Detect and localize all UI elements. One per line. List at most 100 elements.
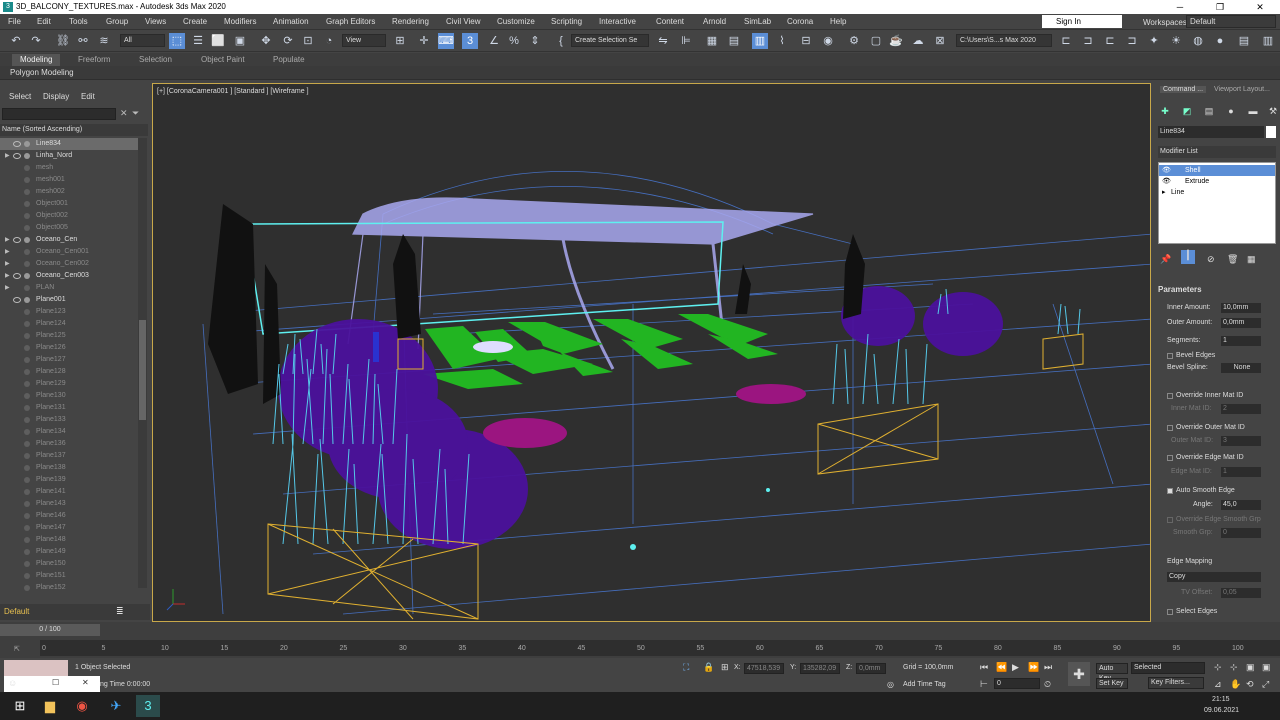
- key-filters-button[interactable]: Key Filters...: [1148, 677, 1204, 689]
- material-editor-icon[interactable]: ◉: [820, 33, 836, 49]
- visibility-eye-icon[interactable]: [13, 237, 21, 243]
- minimize-icon[interactable]: ─: [1160, 0, 1200, 14]
- outer-mat-field[interactable]: 3: [1221, 436, 1261, 446]
- scene-menu-select[interactable]: Select: [9, 92, 31, 101]
- key-selection-dropdown[interactable]: Selected: [1131, 662, 1205, 674]
- scene-search-input[interactable]: [2, 108, 116, 120]
- bevel-spline-button[interactable]: None: [1221, 363, 1261, 373]
- freeze-dot-icon[interactable]: [24, 525, 30, 531]
- selection-filter-dropdown[interactable]: All: [120, 34, 165, 47]
- freeze-dot-icon[interactable]: [24, 357, 30, 363]
- chrome-icon[interactable]: ◉: [70, 695, 94, 717]
- inner-amount-field[interactable]: 10,0mm: [1221, 303, 1261, 313]
- segments-field[interactable]: 1: [1221, 336, 1261, 346]
- polygon-modeling-label[interactable]: Polygon Modeling: [10, 68, 74, 77]
- time-config-icon[interactable]: ⏲: [1044, 679, 1051, 690]
- menu-civil-view[interactable]: Civil View: [446, 17, 481, 26]
- curve-editor-icon[interactable]: ⌇: [774, 33, 790, 49]
- toggle-scene-explorer-icon[interactable]: ▦: [704, 33, 720, 49]
- edge-mapping-dropdown[interactable]: Copy: [1167, 572, 1261, 582]
- scene-row[interactable]: ▶ Oceano_Cen: [0, 234, 138, 246]
- scene-row[interactable]: Plane138: [0, 462, 138, 474]
- expand-arrow-icon[interactable]: ▸: [1162, 187, 1166, 198]
- tv-offset-field[interactable]: 0,05: [1221, 588, 1261, 598]
- time-tag-icon[interactable]: ◎: [887, 680, 894, 689]
- scene-row[interactable]: Plane125: [0, 330, 138, 342]
- set-keys-icon[interactable]: ✚: [1068, 662, 1090, 686]
- freeze-dot-icon[interactable]: [24, 153, 30, 159]
- smiley-icon[interactable]: ☺: [8, 678, 17, 688]
- scale-icon[interactable]: ⊡: [300, 33, 316, 49]
- redo-icon[interactable]: ↷: [28, 33, 44, 49]
- scene-row[interactable]: Plane127: [0, 354, 138, 366]
- freeze-dot-icon[interactable]: [24, 309, 30, 315]
- freeze-dot-icon[interactable]: [24, 249, 30, 255]
- lock-selection-icon[interactable]: 🔒: [703, 662, 714, 673]
- named-selection-dropdown[interactable]: Create Selection Se: [571, 34, 649, 47]
- close-icon[interactable]: ✕: [82, 678, 89, 687]
- scene-row[interactable]: Object005: [0, 222, 138, 234]
- parameters-title[interactable]: Parameters: [1158, 285, 1202, 294]
- scene-scrollbar-thumb[interactable]: [139, 320, 146, 420]
- override-edge-checkbox[interactable]: [1167, 455, 1173, 461]
- orbit-icon[interactable]: ⟲: [1246, 679, 1254, 690]
- scene-row[interactable]: Plane150: [0, 558, 138, 570]
- freeze-dot-icon[interactable]: [24, 165, 30, 171]
- percent-snap-icon[interactable]: %: [506, 33, 522, 49]
- mirror-icon[interactable]: ⇋: [655, 33, 671, 49]
- ribbon-tab-modeling[interactable]: Modeling: [12, 54, 61, 66]
- remove-modifier-icon[interactable]: 🗑: [1227, 254, 1238, 265]
- scene-row[interactable]: mesh: [0, 162, 138, 174]
- render-setup-icon[interactable]: ⚙: [846, 33, 862, 49]
- freeze-dot-icon[interactable]: [24, 141, 30, 147]
- tab-viewport-layout[interactable]: Viewport Layout...: [1214, 86, 1270, 93]
- freeze-dot-icon[interactable]: [24, 429, 30, 435]
- auto-key-button[interactable]: Auto Key: [1096, 663, 1128, 682]
- scene-row[interactable]: mesh002: [0, 186, 138, 198]
- scene-row[interactable]: Plane136: [0, 438, 138, 450]
- select-edges-checkbox[interactable]: [1167, 609, 1173, 615]
- scene-row[interactable]: Plane141: [0, 486, 138, 498]
- freeze-dot-icon[interactable]: [24, 225, 30, 231]
- filter-icon[interactable]: ⏷: [132, 108, 139, 119]
- zoom-icon[interactable]: ⊹: [1214, 662, 1222, 673]
- isolate-icon[interactable]: ⛶: [683, 662, 689, 673]
- menu-scripting[interactable]: Scripting: [551, 17, 582, 26]
- ribbon-tab-object-paint[interactable]: Object Paint: [201, 55, 245, 64]
- scene-row[interactable]: Plane137: [0, 450, 138, 462]
- link-icon[interactable]: ⛓: [55, 33, 71, 49]
- menu-content[interactable]: Content: [656, 17, 684, 26]
- corona-proxy-icon[interactable]: ●: [1212, 33, 1228, 49]
- menu-edit[interactable]: Edit: [37, 17, 51, 26]
- ribbon-toggle-icon[interactable]: ▥: [752, 33, 768, 49]
- freeze-dot-icon[interactable]: [24, 585, 30, 591]
- freeze-dot-icon[interactable]: [24, 501, 30, 507]
- freeze-dot-icon[interactable]: [24, 405, 30, 411]
- maximize-icon[interactable]: ❐: [1200, 0, 1240, 14]
- 3dsmax-taskbar-icon[interactable]: 3: [136, 695, 160, 717]
- make-unique-icon[interactable]: ⊘: [1207, 254, 1215, 265]
- select-manipulate-icon[interactable]: ✛: [416, 33, 432, 49]
- scene-menu-edit[interactable]: Edit: [81, 92, 95, 101]
- render-icon[interactable]: ☕: [888, 33, 904, 49]
- scene-row[interactable]: Plane143: [0, 498, 138, 510]
- menu-rendering[interactable]: Rendering: [392, 17, 429, 26]
- spinner-snap-icon[interactable]: ⇕: [527, 33, 543, 49]
- scene-row[interactable]: Plane146: [0, 510, 138, 522]
- maxscript-listener[interactable]: [4, 660, 68, 676]
- stack-item-line[interactable]: ▸ Line: [1159, 187, 1275, 198]
- freeze-dot-icon[interactable]: [24, 213, 30, 219]
- menu-tools[interactable]: Tools: [69, 17, 88, 26]
- freeze-dot-icon[interactable]: [24, 261, 30, 267]
- inner-mat-field[interactable]: 2: [1221, 404, 1261, 414]
- corona-ipr-icon[interactable]: ⊏: [1102, 33, 1118, 49]
- scene-row[interactable]: Plane151: [0, 570, 138, 582]
- schematic-view-icon[interactable]: ⊟: [798, 33, 814, 49]
- zoom-all-icon[interactable]: ⊹: [1230, 662, 1238, 673]
- stack-item-extrude[interactable]: 👁 Extrude: [1159, 176, 1275, 187]
- scene-row[interactable]: ▶ Oceano_Cen001: [0, 246, 138, 258]
- play-icon[interactable]: ▶: [1012, 662, 1019, 673]
- corona-vfb-icon[interactable]: ▤: [1236, 33, 1252, 49]
- rect-selection-icon[interactable]: ⬜: [210, 33, 226, 49]
- corona-camera-icon[interactable]: ◍: [1190, 33, 1206, 49]
